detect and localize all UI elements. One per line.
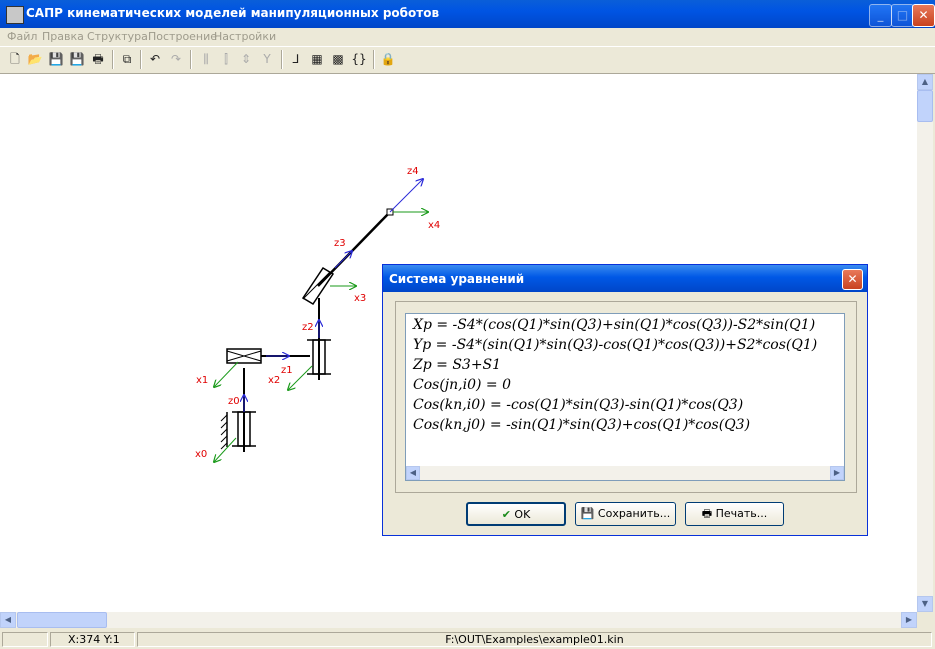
scroll-right-button[interactable]: ▶: [901, 612, 917, 628]
status-coords: X:374 Y:1: [50, 632, 135, 647]
menu-settings[interactable]: Настройки: [214, 30, 276, 43]
z3-axis: [334, 251, 352, 269]
link-4: [317, 211, 391, 287]
equations-dialog: Система уравнений ✕ Xp = -S4*(cos(Q1)*si…: [382, 264, 868, 536]
joint-3: [307, 333, 331, 380]
copy-icon[interactable]: ⧉: [119, 51, 135, 67]
label-x3: x3: [354, 293, 366, 304]
vertical-scrollbar[interactable]: ▲ ▼: [917, 74, 933, 612]
label-x2: x2: [268, 375, 280, 386]
horizontal-scroll-thumb[interactable]: [17, 612, 107, 628]
toolbar-separator: [112, 50, 114, 69]
menu-bar: Файл Правка Структура Построение Настрой…: [0, 28, 935, 46]
toolbar-separator: [190, 50, 192, 69]
vertical-scroll-thumb[interactable]: [917, 90, 933, 122]
print-button[interactable]: 🖶 Печать...: [685, 502, 784, 526]
equation-line: Cos(kn,j0) = -sin(Q1)*sin(Q3)+cos(Q1)*co…: [413, 417, 751, 433]
ok-button[interactable]: ✔ OK: [466, 502, 566, 526]
equations-textbox[interactable]: Xp = -S4*(cos(Q1)*sin(Q3)+sin(Q1)*cos(Q3…: [405, 313, 845, 481]
matrix-icon[interactable]: ▩: [330, 51, 346, 67]
label-x0: x0: [195, 449, 207, 460]
z4-axis: [389, 179, 423, 213]
joint-gripper-icon[interactable]: Y: [259, 51, 275, 67]
menu-build[interactable]: Построение: [148, 30, 217, 43]
eq-scroll-left[interactable]: ◀: [406, 466, 420, 480]
window-titlebar: САПР кинематических моделей манипуляцион…: [0, 0, 935, 28]
status-bar: X:374 Y:1 F:\OUT\Examples\example01.kin: [0, 630, 935, 649]
save-button-label: Сохранить...: [597, 507, 671, 520]
x0-axis: [214, 437, 237, 462]
minimize-button[interactable]: _: [869, 4, 892, 27]
label-z4: z4: [407, 166, 419, 177]
joint-link-icon[interactable]: ⇕: [238, 51, 254, 67]
joint-prismatic-icon[interactable]: ⫿: [218, 51, 234, 67]
print-button-label: Печать...: [715, 507, 768, 520]
redo-icon[interactable]: ↷: [168, 51, 184, 67]
save-icon: 💾: [580, 507, 595, 520]
save-as-icon[interactable]: 💾: [69, 51, 85, 67]
menu-structure[interactable]: Структура: [87, 30, 148, 43]
equation-line: Cos(jn,i0) = 0: [413, 377, 511, 393]
equation-line: Yp = -S4*(sin(Q1)*sin(Q3)-cos(Q1)*cos(Q3…: [413, 337, 818, 353]
base-ground: [220, 412, 228, 450]
print-icon: 🖶: [701, 507, 713, 520]
dialog-close-button[interactable]: ✕: [842, 269, 863, 290]
label-z1: z1: [281, 365, 293, 376]
menu-file[interactable]: Файл: [7, 30, 37, 43]
checkmark-icon: ✔: [501, 508, 511, 521]
equations-hscrollbar[interactable]: ◀ ▶: [406, 466, 844, 480]
equations-icon[interactable]: {}: [351, 51, 367, 67]
window-title: САПР кинематических моделей манипуляцион…: [26, 6, 440, 20]
close-button[interactable]: ✕: [912, 4, 935, 27]
scroll-up-button[interactable]: ▲: [917, 74, 933, 90]
toolbar-separator: [140, 50, 142, 69]
menu-edit[interactable]: Правка: [42, 30, 84, 43]
eq-scroll-right[interactable]: ▶: [830, 466, 844, 480]
table-icon[interactable]: ▦: [309, 51, 325, 67]
print-icon[interactable]: 🖶: [90, 51, 106, 67]
toolbar-separator: [373, 50, 375, 69]
equation-line: Zp = S3+S1: [413, 357, 502, 373]
ok-button-label: OK: [514, 508, 531, 521]
label-z3: z3: [334, 238, 346, 249]
app-icon: [6, 6, 24, 24]
axes-icon[interactable]: ⅃: [288, 51, 304, 67]
label-x1: x1: [196, 375, 208, 386]
label-x4: x4: [428, 220, 440, 231]
joint-2: [226, 348, 262, 364]
lock-icon[interactable]: 🔒: [380, 51, 396, 67]
status-file-path: F:\OUT\Examples\example01.kin: [137, 632, 932, 647]
toolbar: 🗋 📂 💾 💾 🖶 ⧉ ↶ ↷ ⫼ ⫿ ⇕ Y ⅃ ▦ ▩ {} 🔒: [0, 46, 935, 74]
scroll-corner: [917, 612, 933, 628]
maximize-button[interactable]: □: [891, 4, 914, 27]
joint-revolute-icon[interactable]: ⫼: [198, 51, 214, 67]
save-button[interactable]: 💾 Сохранить...: [575, 502, 676, 526]
new-icon[interactable]: 🗋: [7, 51, 23, 67]
toolbar-separator: [281, 50, 283, 69]
save-icon[interactable]: 💾: [48, 51, 64, 67]
x1-axis: [214, 361, 239, 387]
label-z2: z2: [302, 322, 314, 333]
equation-line: Xp = -S4*(cos(Q1)*sin(Q3)+sin(Q1)*cos(Q3…: [413, 317, 816, 333]
equation-line: Cos(kn,i0) = -cos(Q1)*sin(Q3)-sin(Q1)*co…: [413, 397, 744, 413]
dialog-titlebar: Система уравнений ✕: [383, 265, 867, 292]
joint-1: [232, 405, 256, 452]
horizontal-scrollbar[interactable]: ◀ ▶: [0, 612, 917, 628]
scroll-down-button[interactable]: ▼: [917, 596, 933, 612]
scroll-left-button[interactable]: ◀: [0, 612, 16, 628]
dialog-group-frame: Xp = -S4*(cos(Q1)*sin(Q3)+sin(Q1)*cos(Q3…: [395, 301, 857, 493]
dialog-title: Система уравнений: [389, 272, 525, 286]
status-panel-empty: [2, 632, 48, 647]
undo-icon[interactable]: ↶: [147, 51, 163, 67]
open-icon[interactable]: 📂: [27, 51, 43, 67]
label-z0: z0: [228, 396, 240, 407]
